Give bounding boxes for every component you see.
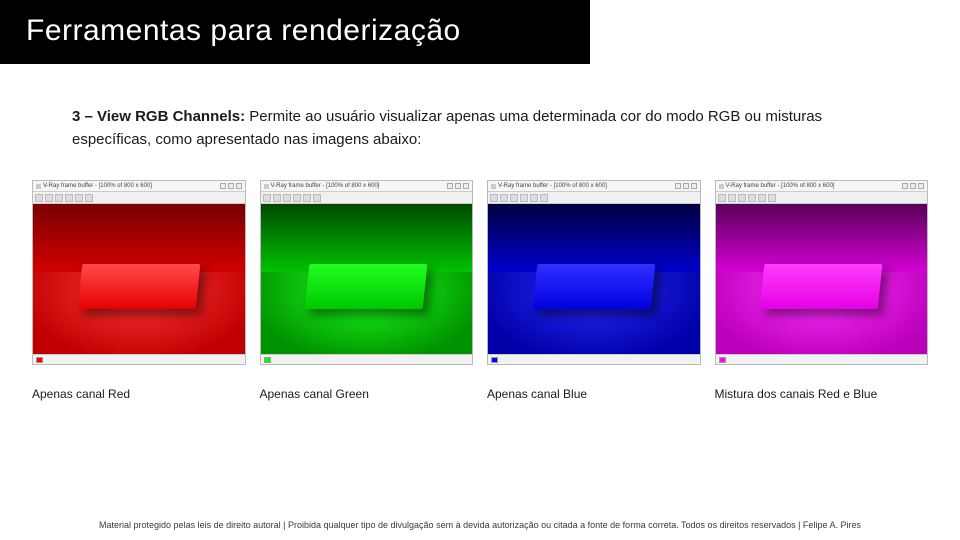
vfb-window: V-Ray frame buffer - [100% of 800 x 600] [715, 180, 929, 365]
vfb-window: V-Ray frame buffer - [100% of 800 x 600] [487, 180, 701, 365]
vfb-window-title-text: V-Ray frame buffer - [100% of 800 x 600] [43, 183, 152, 189]
tool-button[interactable] [520, 194, 528, 202]
panel-red: V-Ray frame buffer - [100% of 800 x 600] [32, 180, 246, 401]
vray-icon [719, 184, 724, 189]
vfb-window-title-text: V-Ray frame buffer - [100% of 800 x 600] [271, 183, 380, 189]
window-controls[interactable] [220, 183, 242, 189]
vfb-window: V-Ray frame buffer - [100% of 800 x 600] [32, 180, 246, 365]
tool-button[interactable] [85, 194, 93, 202]
color-swatch [491, 357, 498, 363]
intro-paragraph: 3 – View RGB Channels: Permite ao usuári… [72, 106, 888, 151]
tool-button[interactable] [35, 194, 43, 202]
slide-footer: Material protegido pelas leis de direito… [0, 520, 960, 530]
tool-button[interactable] [510, 194, 518, 202]
render-gallery: V-Ray frame buffer - [100% of 800 x 600] [32, 180, 928, 401]
panel-magenta: V-Ray frame buffer - [100% of 800 x 600] [715, 180, 929, 401]
color-swatch [36, 357, 43, 363]
intro-lead: 3 – View RGB Channels: [72, 108, 245, 125]
vfb-footer [716, 354, 928, 364]
tool-button[interactable] [530, 194, 538, 202]
slide-title: Ferramentas para renderização [26, 14, 564, 48]
tool-button[interactable] [738, 194, 746, 202]
vfb-toolbar[interactable] [33, 192, 245, 204]
vfb-footer [261, 354, 473, 364]
tool-button[interactable] [45, 194, 53, 202]
panel-green: V-Ray frame buffer - [100% of 800 x 600] [260, 180, 474, 401]
tool-button[interactable] [293, 194, 301, 202]
slide: Ferramentas para renderização 3 – View R… [0, 0, 960, 540]
tool-button[interactable] [313, 194, 321, 202]
vray-icon [36, 184, 41, 189]
tool-button[interactable] [55, 194, 63, 202]
body-text: 3 – View RGB Channels: Permite ao usuári… [72, 106, 888, 151]
tool-button[interactable] [263, 194, 271, 202]
render-view-red [33, 204, 245, 354]
render-view-blue [488, 204, 700, 354]
tool-button[interactable] [75, 194, 83, 202]
vfb-window-title-text: V-Ray frame buffer - [100% of 800 x 600] [726, 183, 835, 189]
tool-button[interactable] [728, 194, 736, 202]
caption-magenta: Mistura dos canais Red e Blue [715, 387, 929, 401]
vfb-titlebar: V-Ray frame buffer - [100% of 800 x 600] [33, 181, 245, 192]
tool-button[interactable] [65, 194, 73, 202]
tool-button[interactable] [748, 194, 756, 202]
caption-blue: Apenas canal Blue [487, 387, 701, 401]
vray-icon [491, 184, 496, 189]
vfb-toolbar[interactable] [488, 192, 700, 204]
color-swatch [719, 357, 726, 363]
panel-blue: V-Ray frame buffer - [100% of 800 x 600] [487, 180, 701, 401]
tool-button[interactable] [768, 194, 776, 202]
tool-button[interactable] [273, 194, 281, 202]
tool-button[interactable] [303, 194, 311, 202]
vfb-window-title-text: V-Ray frame buffer - [100% of 800 x 600] [498, 183, 607, 189]
vfb-toolbar[interactable] [261, 192, 473, 204]
window-controls[interactable] [675, 183, 697, 189]
tool-button[interactable] [283, 194, 291, 202]
window-controls[interactable] [447, 183, 469, 189]
window-controls[interactable] [902, 183, 924, 189]
vfb-titlebar: V-Ray frame buffer - [100% of 800 x 600] [488, 181, 700, 192]
vfb-toolbar[interactable] [716, 192, 928, 204]
tool-button[interactable] [758, 194, 766, 202]
vfb-window: V-Ray frame buffer - [100% of 800 x 600] [260, 180, 474, 365]
render-view-green [261, 204, 473, 354]
vfb-titlebar: V-Ray frame buffer - [100% of 800 x 600] [716, 181, 928, 192]
tool-button[interactable] [718, 194, 726, 202]
tool-button[interactable] [540, 194, 548, 202]
title-bar: Ferramentas para renderização [0, 0, 590, 64]
caption-green: Apenas canal Green [260, 387, 474, 401]
tool-button[interactable] [490, 194, 498, 202]
vfb-footer [33, 354, 245, 364]
caption-red: Apenas canal Red [32, 387, 246, 401]
render-view-magenta [716, 204, 928, 354]
vray-icon [264, 184, 269, 189]
vfb-titlebar: V-Ray frame buffer - [100% of 800 x 600] [261, 181, 473, 192]
color-swatch [264, 357, 271, 363]
tool-button[interactable] [500, 194, 508, 202]
vfb-footer [488, 354, 700, 364]
